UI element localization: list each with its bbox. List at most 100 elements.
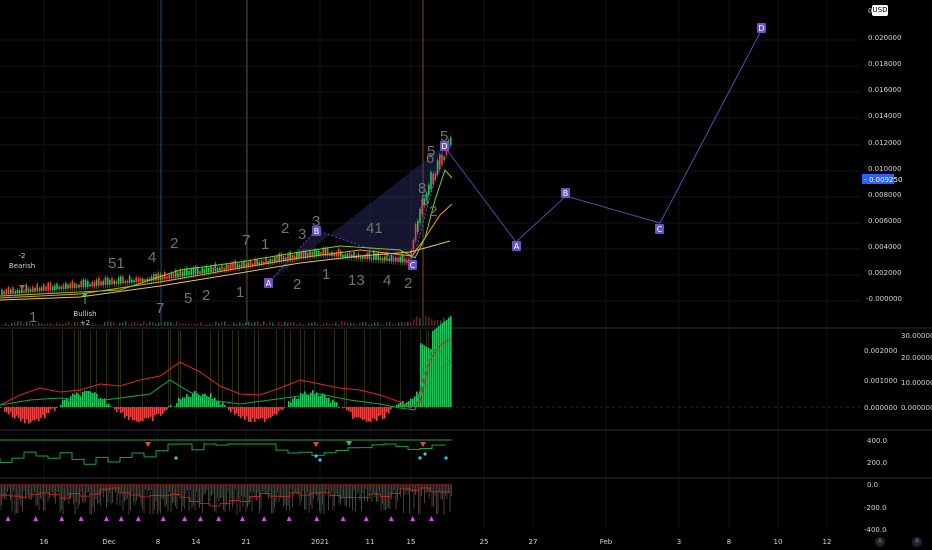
- chart-grid: [0, 0, 932, 530]
- macd-bar: [160, 407, 162, 416]
- candle-body: [269, 259, 272, 263]
- candle-body: [137, 277, 140, 283]
- projection-point-a[interactable]: A: [512, 241, 521, 251]
- macd-bar: [272, 407, 274, 416]
- macd-bar: [32, 407, 34, 421]
- time-axis-label: 21: [242, 538, 251, 546]
- macd-bar: [186, 394, 188, 407]
- currency-label[interactable]: USD: [872, 5, 888, 16]
- macd-bar: [274, 407, 276, 414]
- wave-count: 3: [298, 226, 306, 243]
- volume-bar: [92, 322, 94, 326]
- volume-bar: [65, 322, 67, 326]
- volume-bar: [152, 321, 154, 326]
- candle-body: [450, 137, 452, 145]
- macd-bar: [410, 398, 412, 407]
- auto-scale-button[interactable]: A: [875, 537, 885, 547]
- candle-body: [32, 286, 34, 292]
- candle-body: [397, 258, 399, 262]
- tradingview-logo-icon[interactable]: ®: [912, 537, 922, 547]
- background-stripe: [142, 330, 143, 408]
- candle-body: [93, 281, 96, 287]
- candle-body: [166, 276, 168, 279]
- indicator-axis-label: -200.0: [864, 504, 887, 512]
- candle-body: [36, 283, 38, 292]
- macd-bar: [254, 407, 256, 422]
- bearish-signal[interactable]: -2 Bearish: [9, 252, 35, 290]
- time-axis[interactable]: 16 Dec 8 14 21 2021 11 15 25 27 Feb 3 8 …: [40, 538, 832, 546]
- macd-bar: [294, 396, 296, 407]
- signal-triangle: [160, 516, 166, 521]
- signal-triangle: [103, 516, 109, 521]
- macd-bar: [226, 407, 228, 408]
- volume-bar: [68, 321, 70, 326]
- volume-bar: [179, 323, 181, 326]
- signal-triangle: [59, 516, 65, 521]
- projection-point-d[interactable]: D: [757, 23, 766, 33]
- candle-body: [221, 265, 223, 271]
- candle-body: [128, 275, 131, 283]
- svg-text:C: C: [410, 261, 416, 270]
- pattern-point-a[interactable]: A: [264, 278, 273, 288]
- macd-bar: [110, 406, 112, 407]
- time-axis-label: 8: [727, 538, 731, 546]
- volume-bar: [380, 324, 382, 326]
- macd-bar: [44, 407, 46, 419]
- indicator-axis-label: 400.0: [867, 437, 887, 445]
- macd-bar: [204, 393, 206, 407]
- macd-bar: [206, 395, 208, 407]
- macd-bar: [432, 330, 434, 407]
- macd-bar: [182, 397, 184, 407]
- candle-body: [109, 279, 111, 285]
- candle-body: [436, 160, 439, 175]
- macd-bar: [390, 407, 392, 410]
- svg-text:A: A: [514, 242, 520, 251]
- macd-bar: [446, 319, 448, 407]
- pattern-point-c[interactable]: C: [408, 260, 417, 270]
- volume-bar: [311, 322, 313, 326]
- macd-bar: [228, 407, 230, 411]
- candle-body: [98, 277, 100, 286]
- wave-count: 1: [261, 236, 269, 253]
- macd-bar: [270, 407, 272, 418]
- volume-bar: [47, 323, 49, 326]
- signal-triangle: [5, 516, 11, 521]
- macd-bar: [280, 407, 282, 410]
- volume-bar: [239, 322, 241, 326]
- volume-bar: [305, 324, 307, 326]
- macd-bar: [54, 407, 56, 411]
- volume-bar: [275, 324, 277, 326]
- macd-bar: [268, 407, 270, 418]
- background-stripe: [284, 330, 285, 408]
- projection-point-c[interactable]: C: [655, 224, 664, 234]
- macd-bar: [108, 403, 110, 407]
- candle-body: [276, 255, 278, 262]
- candle-body: [16, 289, 19, 294]
- volume-bar: [392, 323, 394, 326]
- price-axis-label: 0.006000: [868, 217, 901, 225]
- macd-bar: [366, 407, 368, 422]
- candle-body: [82, 279, 85, 288]
- projection-point-b[interactable]: B: [561, 188, 570, 198]
- macd-bar: [12, 407, 14, 418]
- candle-body: [346, 253, 349, 258]
- macd-bar: [136, 407, 138, 422]
- macd-bar: [156, 407, 158, 415]
- macd-axis[interactable]: 30.000000 20.000000 10.000000 0.000000 0…: [864, 332, 932, 412]
- price-axis[interactable]: 0. 0.020000 0.018000 0.016000 0.014000 0…: [862, 7, 902, 303]
- signal-triangle: [420, 442, 426, 447]
- volume-bar: [164, 321, 166, 326]
- candle-body: [309, 251, 311, 257]
- macd-bar: [300, 393, 302, 407]
- macd-bar: [282, 407, 284, 411]
- oscillator-axis[interactable]: 400.0 200.0 0.0 -200.0 -400.0: [864, 437, 887, 534]
- candle-body: [403, 258, 406, 263]
- candle-body: [5, 289, 8, 295]
- volume-bar: [101, 324, 103, 326]
- price-chart[interactable]: A B C D A B C D 51 4 2 7 1 2 3 3 41 5 2 …: [0, 0, 932, 550]
- volume-bar: [272, 322, 274, 326]
- candle-body: [76, 284, 78, 288]
- candle-body: [359, 256, 362, 259]
- candle-body: [131, 279, 133, 283]
- candle-body: [177, 272, 179, 278]
